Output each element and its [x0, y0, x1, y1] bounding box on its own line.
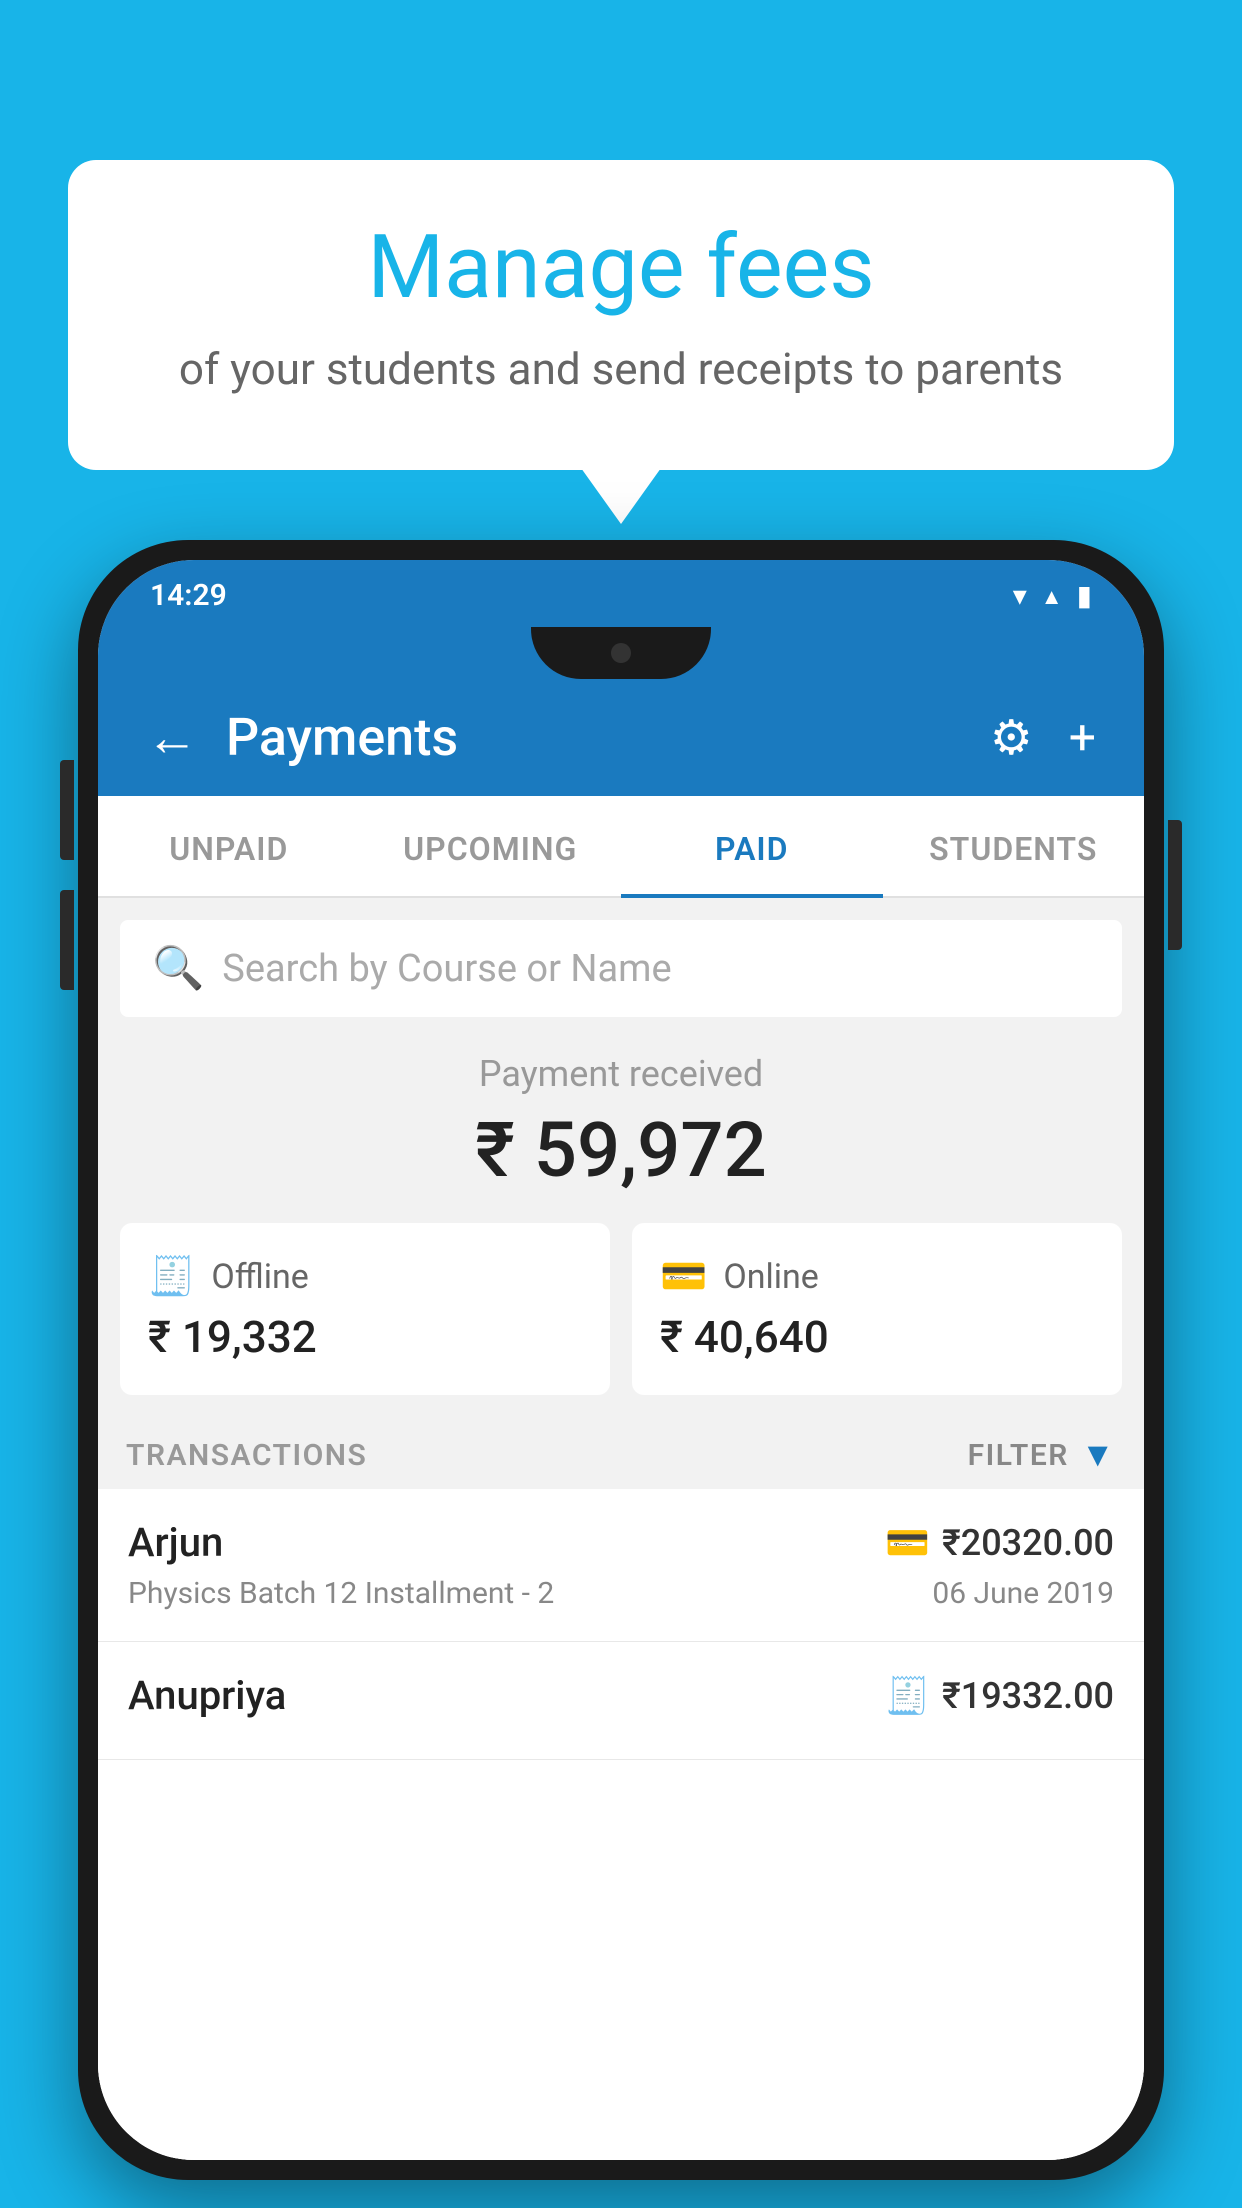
- phone-mockup: 14:29 ← Payments ⚙ +: [78, 540, 1164, 2180]
- search-icon: 🔍: [152, 944, 204, 993]
- online-label: Online: [723, 1257, 819, 1297]
- offline-payment-card: 🧾 Offline ₹ 19,332: [120, 1223, 610, 1395]
- content-area: 🔍 Search by Course or Name Payment recei…: [98, 898, 1144, 2160]
- power-button: [1168, 820, 1182, 950]
- signal-icon: [1041, 581, 1063, 611]
- tab-bar: UNPAID UPCOMING PAID STUDENTS: [98, 796, 1144, 898]
- header-title: Payments: [226, 707, 990, 768]
- transaction-row[interactable]: Arjun 💳 ₹20320.00 Physics Batch 12 Insta…: [98, 1489, 1144, 1642]
- notch-area: [98, 627, 1144, 679]
- status-bar: 14:29: [98, 560, 1144, 627]
- transaction-amount: ₹19332.00: [942, 1675, 1114, 1717]
- volume-up-button: [60, 760, 74, 860]
- tab-unpaid[interactable]: UNPAID: [98, 796, 360, 896]
- online-amount: ₹ 40,640: [660, 1311, 1094, 1363]
- transaction-list: Arjun 💳 ₹20320.00 Physics Batch 12 Insta…: [98, 1489, 1144, 2160]
- wifi-icon: [1013, 579, 1027, 612]
- offline-icon: 🧾: [148, 1255, 195, 1299]
- tab-upcoming[interactable]: UPCOMING: [360, 796, 622, 896]
- settings-icon[interactable]: ⚙: [990, 709, 1033, 766]
- transaction-name: Arjun: [128, 1519, 223, 1566]
- tab-paid[interactable]: PAID: [621, 796, 883, 896]
- camera: [611, 643, 631, 663]
- add-icon[interactable]: +: [1069, 709, 1096, 766]
- transaction-row[interactable]: Anupriya 🧾 ₹19332.00: [98, 1642, 1144, 1760]
- status-time: 14:29: [150, 578, 227, 613]
- transaction-course: Physics Batch 12 Installment - 2: [128, 1576, 554, 1611]
- transaction-date: 06 June 2019: [932, 1576, 1114, 1611]
- filter-button[interactable]: FILTER ▼: [968, 1435, 1116, 1475]
- filter-icon: ▼: [1081, 1435, 1116, 1475]
- transactions-label: TRANSACTIONS: [126, 1438, 367, 1473]
- header-actions: ⚙ +: [990, 709, 1096, 766]
- speech-bubble-card: Manage fees of your students and send re…: [68, 160, 1174, 470]
- tab-students[interactable]: STUDENTS: [883, 796, 1145, 896]
- transaction-amount: ₹20320.00: [942, 1522, 1114, 1564]
- search-bar[interactable]: 🔍 Search by Course or Name: [120, 920, 1122, 1017]
- search-input-placeholder: Search by Course or Name: [222, 947, 671, 991]
- transaction-method-icon: 🧾: [885, 1675, 930, 1717]
- payment-received-amount: ₹ 59,972: [98, 1105, 1144, 1195]
- payment-received-section: Payment received ₹ 59,972: [98, 1017, 1144, 1223]
- online-payment-card: 💳 Online ₹ 40,640: [632, 1223, 1122, 1395]
- payment-received-label: Payment received: [98, 1053, 1144, 1095]
- notch: [531, 627, 711, 679]
- offline-label: Offline: [211, 1257, 308, 1297]
- transaction-method-icon: 💳: [885, 1522, 930, 1564]
- status-icons: [1013, 579, 1092, 612]
- speech-bubble-title: Manage fees: [148, 220, 1094, 317]
- volume-down-button: [60, 890, 74, 990]
- battery-icon: [1077, 579, 1092, 612]
- transaction-name: Anupriya: [128, 1672, 286, 1719]
- back-button[interactable]: ←: [146, 707, 198, 768]
- filter-label: FILTER: [968, 1438, 1069, 1473]
- payment-method-cards: 🧾 Offline ₹ 19,332 💳 Online ₹ 40,640: [98, 1223, 1144, 1417]
- transactions-header: TRANSACTIONS FILTER ▼: [98, 1417, 1144, 1489]
- speech-bubble-subtitle: of your students and send receipts to pa…: [148, 339, 1094, 401]
- online-icon: 💳: [660, 1255, 707, 1299]
- app-header: ← Payments ⚙ +: [98, 679, 1144, 796]
- offline-amount: ₹ 19,332: [148, 1311, 582, 1363]
